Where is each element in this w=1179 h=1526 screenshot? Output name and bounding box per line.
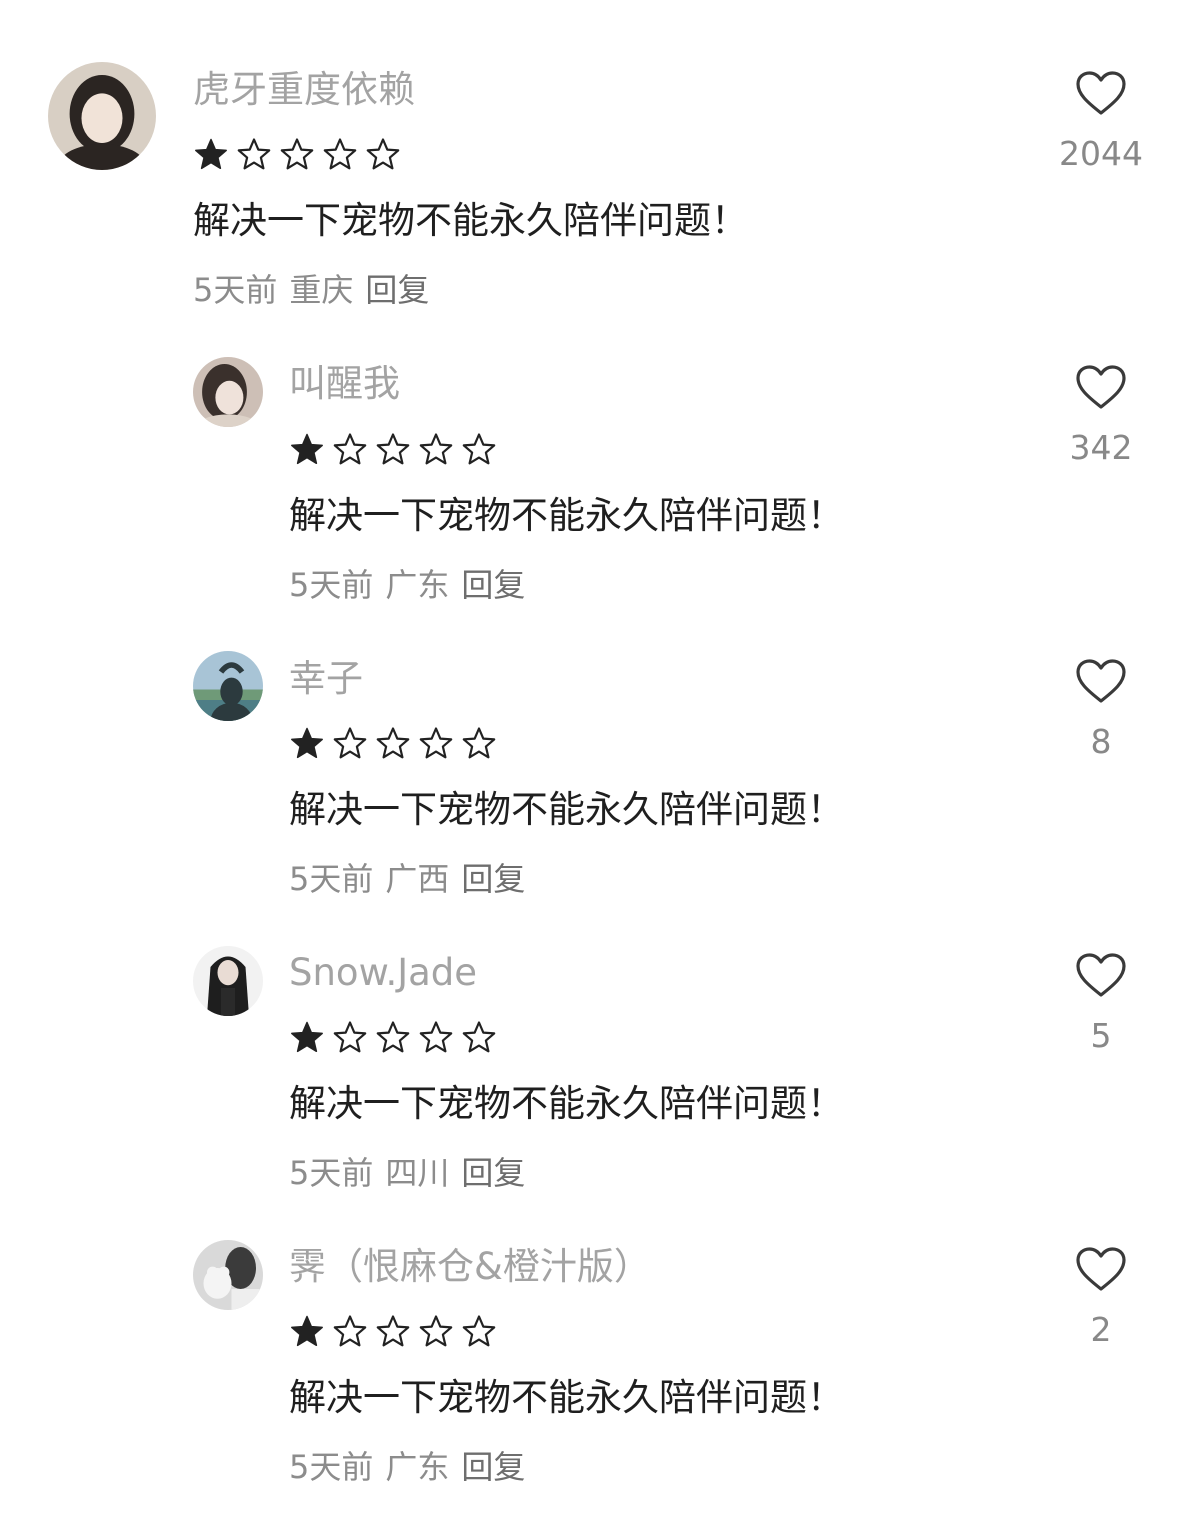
star-empty-icon [332, 726, 368, 762]
comment-text: 解决一下宠物不能永久陪伴问题！ [193, 199, 748, 242]
star-empty-icon [375, 726, 411, 762]
star-empty-icon [375, 1314, 411, 1350]
like-count: 8 [1090, 722, 1112, 761]
star-empty-icon [375, 1020, 411, 1056]
like-count: 342 [1069, 428, 1133, 467]
username[interactable]: 叫醒我 [289, 362, 400, 406]
avatar-image [193, 1240, 263, 1310]
star-rating [289, 1018, 504, 1058]
comment-time: 5天前 [289, 566, 374, 604]
username[interactable]: 幸子 [289, 657, 363, 701]
star-filled-icon [289, 1314, 325, 1350]
like-count: 5 [1090, 1016, 1112, 1055]
avatar[interactable] [193, 357, 263, 427]
star-rating [289, 724, 504, 764]
username[interactable]: 霁（恨麻仓&橙汁版） [289, 1245, 651, 1289]
avatar[interactable] [193, 946, 263, 1016]
like-button[interactable]: 2 [1046, 1246, 1156, 1350]
star-empty-icon [461, 1314, 497, 1350]
comment-meta: 5天前 四川 回复 [289, 1153, 537, 1193]
star-empty-icon [418, 432, 454, 468]
avatar[interactable] [193, 1240, 263, 1310]
star-empty-icon [332, 1314, 368, 1350]
comment-location: 四川 [385, 1154, 450, 1192]
username[interactable]: Snow.Jade [289, 951, 477, 995]
star-empty-icon [365, 137, 401, 173]
star-empty-icon [322, 137, 358, 173]
comment-location: 广西 [385, 860, 450, 898]
avatar-image [193, 651, 263, 721]
reply-button[interactable]: 回复 [461, 860, 525, 898]
star-empty-icon [461, 1020, 497, 1056]
like-button[interactable]: 5 [1046, 952, 1156, 1056]
comment-location: 广东 [385, 1448, 450, 1486]
star-rating [193, 135, 408, 175]
comment-time: 5天前 [193, 271, 278, 309]
comment-meta: 5天前 广东 回复 [289, 565, 537, 605]
like-button[interactable]: 2044 [1046, 70, 1156, 174]
comment-meta: 5天前 广西 回复 [289, 859, 537, 899]
comment-text: 解决一下宠物不能永久陪伴问题！ [289, 788, 844, 831]
avatar-image [48, 62, 156, 170]
comment-meta: 5天前 广东 回复 [289, 1447, 537, 1487]
comment-text: 解决一下宠物不能永久陪伴问题！ [289, 494, 844, 537]
heart-icon [1076, 365, 1126, 409]
avatar[interactable] [193, 651, 263, 721]
star-empty-icon [418, 1314, 454, 1350]
like-count: 2 [1090, 1310, 1112, 1349]
reply-button[interactable]: 回复 [461, 566, 525, 604]
reply-button[interactable]: 回复 [461, 1154, 525, 1192]
like-count: 2044 [1059, 134, 1143, 173]
reply-button[interactable]: 回复 [365, 271, 429, 309]
star-empty-icon [375, 432, 411, 468]
like-button[interactable]: 342 [1046, 364, 1156, 468]
heart-icon [1076, 659, 1126, 703]
comment-meta: 5天前 重庆 回复 [193, 270, 441, 310]
comment-location: 重庆 [289, 271, 354, 309]
star-filled-icon [289, 432, 325, 468]
star-empty-icon [332, 1020, 368, 1056]
star-empty-icon [236, 137, 272, 173]
like-button[interactable]: 8 [1046, 658, 1156, 762]
reply-button[interactable]: 回复 [461, 1448, 525, 1486]
star-empty-icon [461, 432, 497, 468]
avatar-image [193, 357, 263, 427]
star-rating [289, 430, 504, 470]
heart-icon [1076, 1247, 1126, 1291]
star-empty-icon [418, 726, 454, 762]
star-empty-icon [279, 137, 315, 173]
star-rating [289, 1312, 504, 1352]
comment-location: 广东 [385, 566, 450, 604]
star-empty-icon [332, 432, 368, 468]
heart-icon [1076, 953, 1126, 997]
avatar[interactable] [48, 62, 156, 170]
comment-text: 解决一下宠物不能永久陪伴问题！ [289, 1082, 844, 1125]
comment-text: 解决一下宠物不能永久陪伴问题！ [289, 1376, 844, 1419]
star-empty-icon [418, 1020, 454, 1056]
comment-time: 5天前 [289, 1154, 374, 1192]
heart-icon [1076, 71, 1126, 115]
star-empty-icon [461, 726, 497, 762]
star-filled-icon [289, 726, 325, 762]
comment-time: 5天前 [289, 1448, 374, 1486]
username[interactable]: 虎牙重度依赖 [193, 68, 415, 112]
comment-time: 5天前 [289, 860, 374, 898]
star-filled-icon [289, 1020, 325, 1056]
avatar-image [193, 946, 263, 1016]
star-filled-icon [193, 137, 229, 173]
